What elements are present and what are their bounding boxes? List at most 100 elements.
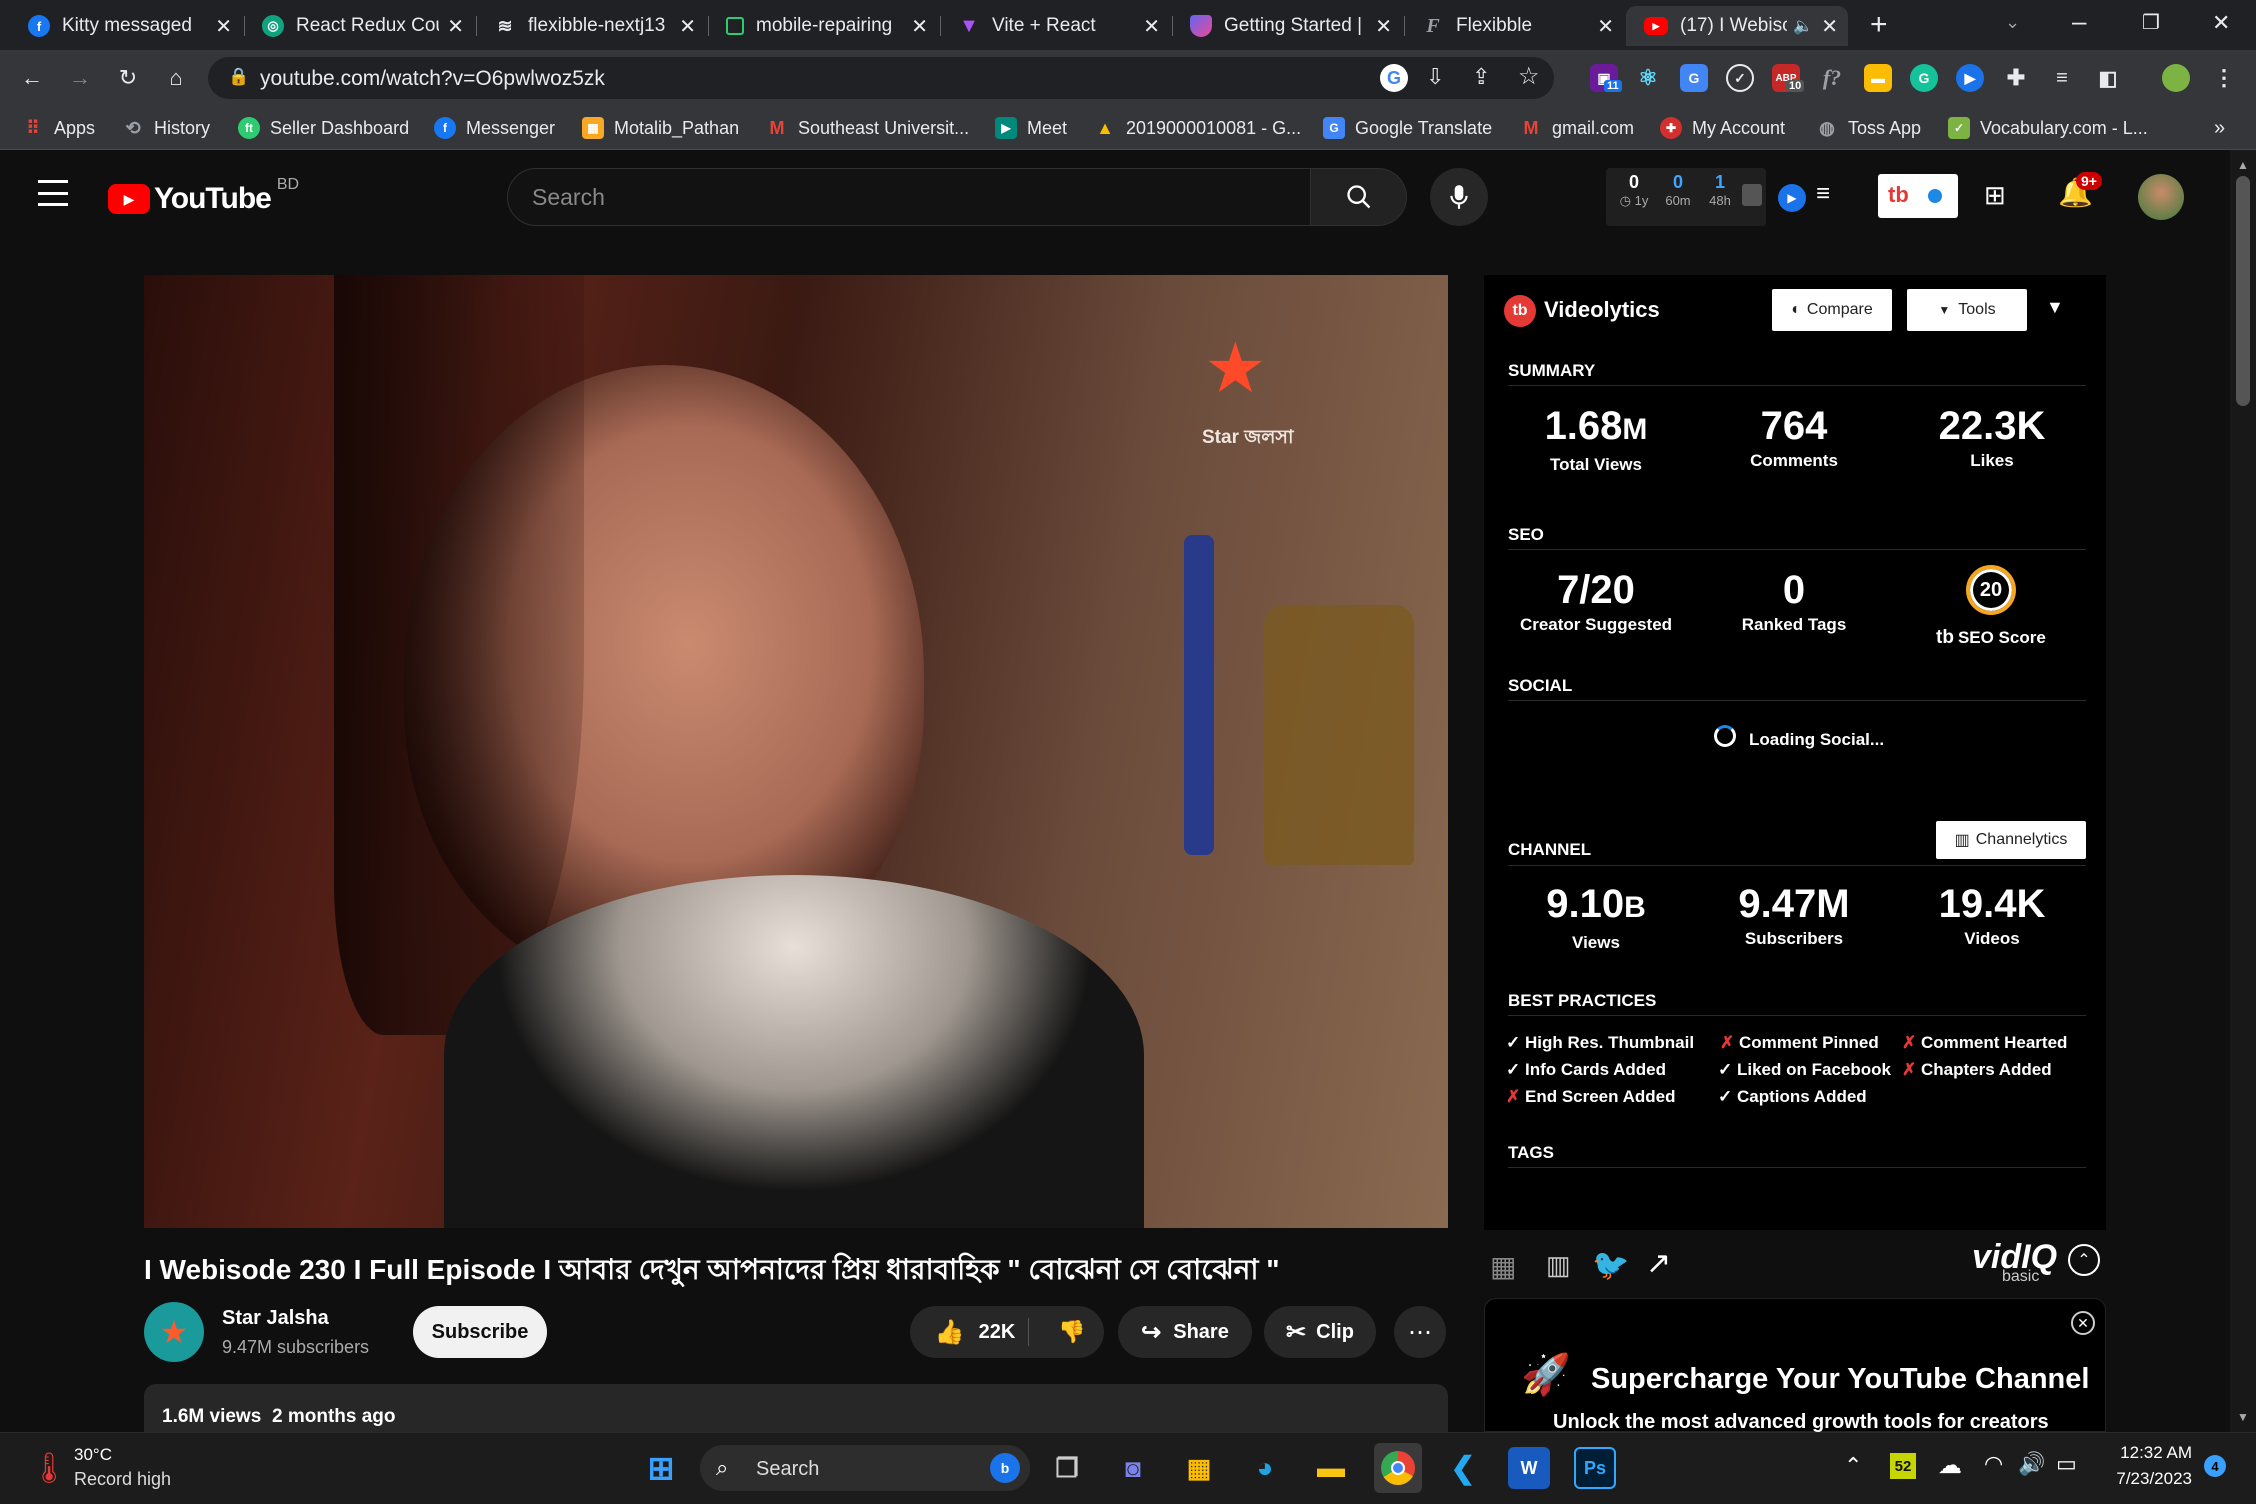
bookmark-item[interactable]: ✚ My Account xyxy=(1660,114,1785,142)
close-icon[interactable]: ✕ xyxy=(911,14,928,39)
windows-start-icon[interactable]: ⊞ xyxy=(640,1447,682,1489)
youtube-logo[interactable]: ▶ YouTube BD xyxy=(108,176,299,216)
stats-icon[interactable]: ▥ xyxy=(1546,1250,1571,1281)
clock-date[interactable]: 7/23/2023 xyxy=(2096,1469,2192,1489)
chrome-icon[interactable] xyxy=(1374,1443,1422,1493)
vidiq-icon[interactable]: ▶ xyxy=(1778,184,1806,212)
scroll-down-icon[interactable]: ▼ xyxy=(2237,1410,2249,1424)
new-tab-button[interactable]: + xyxy=(1870,8,1888,42)
voice-search-button[interactable] xyxy=(1430,168,1488,226)
clip-button[interactable]: ✂ Clip xyxy=(1264,1306,1376,1358)
calendar-extension-icon[interactable]: ▣ 11 xyxy=(1590,64,1622,92)
bookmark-item[interactable]: f Messenger xyxy=(434,114,555,142)
teams-chat-icon[interactable]: ◙ xyxy=(1112,1447,1154,1489)
close-icon[interactable]: ✕ xyxy=(1375,14,1392,39)
video-player[interactable]: ★ Star জলসা xyxy=(144,275,1448,1228)
channel-name[interactable]: Star Jalsha xyxy=(222,1307,329,1330)
close-icon[interactable]: ✕ xyxy=(1143,14,1160,39)
description-box[interactable]: 1.6M views 2 months ago xyxy=(144,1384,1448,1432)
translate-extension-icon[interactable]: G xyxy=(1680,64,1708,92)
trending-icon[interactable]: ↗ xyxy=(1646,1246,1671,1281)
share-button[interactable]: ↪ Share xyxy=(1118,1306,1252,1358)
photoshop-icon[interactable]: Ps xyxy=(1574,1447,1616,1489)
tubebuddy-button[interactable]: tb xyxy=(1878,174,1958,218)
tray-chevron-icon[interactable]: ⌃ xyxy=(1844,1453,1862,1479)
search-button[interactable] xyxy=(1311,168,1407,226)
browser-tab-active[interactable]: ▶ (17) I Webisc 🔈 ✕ xyxy=(1626,6,1848,46)
file-explorer-icon[interactable]: ▬ xyxy=(1310,1447,1352,1489)
install-icon[interactable]: ⇩ xyxy=(1426,64,1444,90)
close-icon[interactable]: ✕ xyxy=(215,14,232,39)
adblock-extension-icon[interactable]: ABP 10 xyxy=(1772,64,1805,92)
bookmark-item[interactable]: ⟲ History xyxy=(122,114,210,142)
browser-tab[interactable]: Getting Started | ✕ xyxy=(1172,6,1402,46)
home-icon[interactable]: ⌂ xyxy=(160,62,192,94)
close-icon[interactable]: ✕ xyxy=(679,14,696,39)
sidepanel-icon[interactable]: ◧ xyxy=(2094,64,2122,92)
cloud-icon[interactable]: ☁ xyxy=(1938,1451,1962,1480)
bookmark-item[interactable]: ⠿ Apps xyxy=(22,114,95,142)
bookmark-item[interactable]: ▦ Motalib_Pathan xyxy=(582,114,739,142)
formula-extension-icon[interactable]: f? xyxy=(1818,64,1846,92)
word-icon[interactable]: W xyxy=(1508,1447,1550,1489)
create-video-icon[interactable]: ⊞ xyxy=(1984,180,2006,211)
close-icon[interactable]: ✕ xyxy=(2071,1311,2095,1335)
dislike-button[interactable]: 👎 xyxy=(1040,1306,1104,1358)
bookmark-item[interactable]: M Southeast Universit... xyxy=(766,114,970,142)
close-window-button[interactable]: ✕ xyxy=(2212,10,2230,36)
more-vert-icon[interactable]: ⋮ xyxy=(2210,64,2238,92)
bookmark-item[interactable]: ✓ Vocabulary.com - L... xyxy=(1948,114,2148,142)
taskbar-search[interactable]: ⌕ Search b xyxy=(700,1445,1030,1491)
bookmark-item[interactable]: ◍ Toss App xyxy=(1816,114,1921,142)
reload-icon[interactable]: ↻ xyxy=(112,62,144,94)
scroll-up-icon[interactable]: ▲ xyxy=(2237,158,2249,172)
scrollbar[interactable]: ▲ ▼ xyxy=(2230,150,2256,1432)
battery-icon[interactable]: ▭ xyxy=(2056,1451,2077,1477)
lock-icon[interactable]: 🔒 xyxy=(228,67,249,87)
search-input[interactable]: Search xyxy=(507,168,1311,226)
back-arrow-icon[interactable]: ← xyxy=(16,62,48,94)
compare-button[interactable]: ◐ Compare xyxy=(1772,289,1892,331)
close-icon[interactable]: ✕ xyxy=(447,14,464,39)
close-icon[interactable]: ✕ xyxy=(1597,14,1614,39)
channelytics-button[interactable]: ▥ Channelytics xyxy=(1936,821,2086,859)
avatar[interactable] xyxy=(2138,174,2184,220)
subscribe-button[interactable]: Subscribe xyxy=(413,1306,547,1358)
twitter-icon[interactable]: 🐦 xyxy=(1592,1248,1629,1283)
weather-text[interactable]: Record high xyxy=(74,1469,171,1490)
grammarly-extension-icon[interactable]: G xyxy=(1910,64,1938,92)
browser-tab[interactable]: f Kitty messaged ✕ xyxy=(10,6,242,46)
vidiq-extension-icon[interactable]: ▶ xyxy=(1956,64,1984,92)
grid-view-icon[interactable]: ▦ xyxy=(1490,1250,1516,1283)
edge-icon[interactable]: ◕ xyxy=(1244,1447,1286,1489)
like-button[interactable]: 👍 22K xyxy=(910,1306,1040,1358)
tray-app-badge[interactable]: 52 xyxy=(1890,1453,1916,1479)
puzzle-icon[interactable]: ✚ xyxy=(2002,64,2030,92)
profile-avatar[interactable] xyxy=(2162,64,2190,92)
browser-tab[interactable]: ◎ React Redux Cou ✕ xyxy=(244,6,474,46)
vidiq-counters[interactable]: 0 ◷ 1y 0 60m 1 48h xyxy=(1606,168,1766,226)
tools-button[interactable]: ▼ Tools xyxy=(1907,289,2027,331)
scrollbar-thumb[interactable] xyxy=(2236,176,2250,406)
browser-tab[interactable]: ▼ Vite + React ✕ xyxy=(940,6,1170,46)
google-lens-icon[interactable]: G xyxy=(1380,64,1408,92)
media-controls-icon[interactable]: ≡ xyxy=(2048,64,2076,92)
volume-icon[interactable]: 🔊 xyxy=(2018,1451,2045,1477)
share-icon[interactable]: ⇪ xyxy=(1472,64,1490,90)
microsoft-store-icon[interactable]: ▦ xyxy=(1178,1447,1220,1489)
more-bookmarks-button[interactable]: » xyxy=(2214,114,2225,142)
bookmark-item[interactable]: ft Seller Dashboard xyxy=(238,114,409,142)
minimize-button[interactable]: – xyxy=(2072,6,2086,37)
bookmark-item[interactable]: ▶ Meet xyxy=(995,114,1067,142)
browser-tab[interactable]: mobile-repairing ✕ xyxy=(708,6,938,46)
notification-count[interactable]: 4 xyxy=(2204,1455,2226,1477)
task-view-icon[interactable]: ❐ xyxy=(1046,1447,1088,1489)
bookmark-item[interactable]: ▲ 2019000010081 - G... xyxy=(1094,114,1301,142)
bookmark-star-icon[interactable]: ☆ xyxy=(1518,62,1540,91)
keep-extension-icon[interactable]: ▬ xyxy=(1864,64,1892,92)
weather-temp[interactable]: 30°C xyxy=(74,1445,112,1465)
react-devtools-icon[interactable]: ⚛ xyxy=(1634,64,1662,92)
collapse-caret-icon[interactable]: ▼ xyxy=(2046,297,2064,318)
forward-arrow-icon[interactable]: → xyxy=(64,62,96,94)
chevron-up-icon[interactable]: ⌃ xyxy=(2068,1244,2100,1276)
